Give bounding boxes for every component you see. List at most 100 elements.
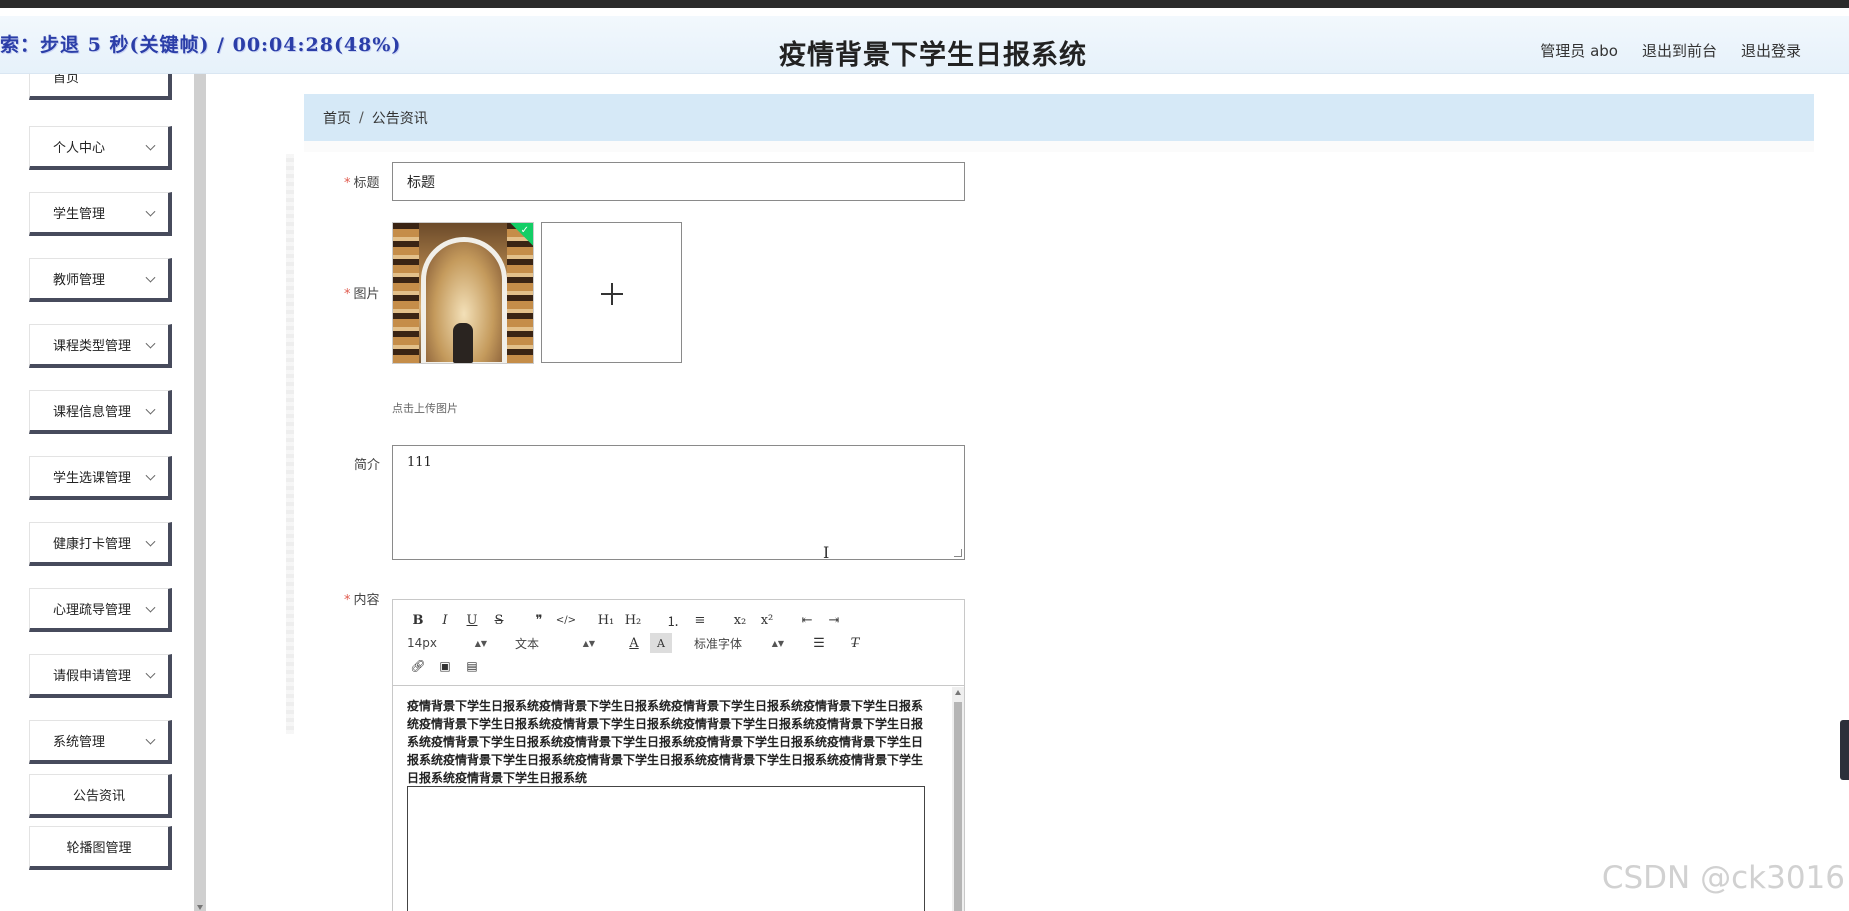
sidebar-scrollbar[interactable] [194, 74, 206, 911]
select-arrows-icon: ▲▼ [771, 638, 784, 648]
breadcrumb: 首页 / 公告资讯 [304, 94, 1814, 141]
video-icon[interactable]: ▤ [461, 656, 483, 676]
chevron-down-icon [145, 404, 156, 415]
image-icon[interactable]: ▣ [434, 656, 456, 676]
font-family-select[interactable]: 标准字体 ▲▼ [694, 635, 784, 652]
exit-to-front-link[interactable]: 退出到前台 [1642, 40, 1717, 61]
sidebar-item-label: 健康打卡管理 [53, 537, 132, 552]
chevron-down-icon [145, 734, 156, 745]
strikethrough-button[interactable]: S [488, 610, 510, 630]
sidebar-item-teacher-management[interactable]: 教师管理 [29, 258, 172, 302]
outdent-button[interactable]: ⇤ [796, 610, 818, 630]
sidebar-item-health-checkin-management[interactable]: 健康打卡管理 [29, 522, 172, 566]
sidebar-item-label: 心理疏导管理 [53, 603, 132, 618]
title-input[interactable]: 标题 [392, 162, 965, 201]
toolbar-row-style: 14px ▲▼ 文本 ▲▼ A A 标准字体 ▲▼ ☰ T̶ [407, 633, 871, 653]
current-user-label: 管理员 abo [1540, 42, 1618, 60]
ordered-list-button[interactable]: ⒈ [662, 610, 684, 630]
chevron-down-icon [145, 206, 156, 217]
breadcrumb-home[interactable]: 首页 [323, 108, 351, 128]
indent-button[interactable]: ⇥ [823, 610, 845, 630]
heading2-button[interactable]: H₂ [622, 610, 644, 630]
chevron-down-icon [145, 536, 156, 547]
sidebar-item-course-type-management[interactable]: 课程类型管理 [29, 324, 172, 368]
editor-content-text: 疫情背景下学生日报系统疫情背景下学生日报系统疫情背景下学生日报系统疫情背景下学生… [407, 699, 924, 785]
sidebar: 首页 个人中心 学生管理 教师管理 课程类型管理 课程信息管理 学生选课管理 健… [0, 74, 196, 911]
select-arrows-icon: ▲▼ [474, 638, 487, 648]
scroll-up-arrow-icon[interactable] [955, 690, 961, 695]
upload-hint: 点击上传图片 [392, 402, 458, 415]
sidebar-item-label: 请假申请管理 [53, 669, 132, 684]
logout-link[interactable]: 退出登录 [1741, 40, 1801, 61]
scroll-down-arrow-icon[interactable] [197, 905, 203, 910]
clear-format-icon[interactable]: T̶ [844, 633, 866, 653]
editor-embedded-image[interactable] [407, 786, 925, 911]
sidebar-item-personal-center[interactable]: 个人中心 [29, 126, 172, 170]
scrollbar-thumb[interactable] [954, 702, 962, 911]
image-field-label: * 图片 [344, 287, 380, 302]
sidebar-subitem-label: 公告资讯 [72, 789, 125, 804]
recorder-status-text: 索：步退 5 秒(关键帧) / 00:04:28(48%) [0, 34, 402, 56]
chevron-down-icon [145, 338, 156, 349]
subscript-button[interactable]: x₂ [729, 610, 751, 630]
watermark-text: CSDN @ck3016 [1601, 860, 1845, 896]
sidebar-item-label: 系统管理 [53, 735, 106, 750]
sidebar-item-course-selection-management[interactable]: 学生选课管理 [29, 456, 172, 500]
text-cursor-icon: I [823, 543, 830, 562]
intro-field-label: 简介 [354, 458, 381, 473]
intro-textarea[interactable]: 111 [392, 445, 965, 560]
chevron-down-icon [145, 668, 156, 679]
sidebar-item-course-info-management[interactable]: 课程信息管理 [29, 390, 172, 434]
text-style-select[interactable]: 文本 ▲▼ [515, 635, 595, 652]
breadcrumb-current: 公告资讯 [371, 110, 428, 127]
resize-handle-icon[interactable] [954, 549, 962, 557]
code-block-button[interactable]: </> [555, 610, 577, 630]
chevron-down-icon [145, 470, 156, 481]
chevron-down-icon [145, 272, 156, 283]
background-decoration [286, 154, 294, 734]
sidebar-item-student-management[interactable]: 学生管理 [29, 192, 172, 236]
editor-scrollbar[interactable] [952, 687, 964, 911]
sidebar-item-label: 学生管理 [53, 207, 106, 222]
title-field-label: * 标题 [344, 176, 380, 191]
sidebar-subitem-announcements[interactable]: 公告资讯 [29, 774, 172, 818]
background-color-icon[interactable]: A [650, 633, 672, 653]
check-icon: ✓ [520, 225, 529, 236]
sidebar-item-counseling-management[interactable]: 心理疏导管理 [29, 588, 172, 632]
underline-button[interactable]: U [461, 610, 483, 630]
sidebar-item-label: 首页 [53, 74, 80, 86]
uploaded-image-thumbnail[interactable]: ✓ [392, 222, 534, 364]
sidebar-subitem-carousel-management[interactable]: 轮播图管理 [29, 826, 172, 870]
top-header: 索：步退 5 秒(关键帧) / 00:04:28(48%) 疫情背景下学生日报系… [0, 16, 1849, 74]
chevron-down-icon [145, 602, 156, 613]
breadcrumb-separator: / [359, 109, 364, 126]
bold-button[interactable]: B [407, 610, 429, 630]
toolbar-row-format: B I U S ❞ </> H₁ H₂ ⒈ ≡ x₂ x² ⇤ ⇥ [407, 610, 850, 630]
select-arrows-icon: ▲▼ [582, 638, 595, 648]
font-size-select[interactable]: 14px ▲▼ [407, 636, 487, 650]
italic-button[interactable]: I [434, 610, 456, 630]
sidebar-item-home[interactable]: 首页 [29, 74, 172, 100]
editor-content-area[interactable]: 疫情背景下学生日报系统疫情背景下学生日报系统疫情背景下学生日报系统疫情背景下学生… [393, 687, 964, 911]
sidebar-item-label: 教师管理 [53, 273, 106, 288]
sidebar-item-label: 学生选课管理 [53, 471, 132, 486]
heading1-button[interactable]: H₁ [595, 610, 617, 630]
side-handle[interactable] [1840, 720, 1849, 780]
sidebar-subitem-label: 轮播图管理 [66, 841, 132, 856]
app-window: 索：步退 5 秒(关键帧) / 00:04:28(48%) 疫情背景下学生日报系… [0, 0, 1849, 911]
superscript-button[interactable]: x² [756, 610, 778, 630]
sidebar-item-label: 个人中心 [53, 141, 106, 156]
align-icon[interactable]: ☰ [808, 633, 830, 653]
image-upload-button[interactable] [541, 222, 682, 363]
sidebar-item-label: 课程类型管理 [53, 339, 132, 354]
bullet-list-button[interactable]: ≡ [689, 610, 711, 630]
header-links: 管理员 abo 退出到前台 退出登录 [1540, 40, 1801, 61]
sidebar-item-label: 课程信息管理 [53, 405, 132, 420]
sidebar-item-system-management[interactable]: 系统管理 [29, 720, 172, 764]
link-icon[interactable]: 🔗︎ [407, 656, 429, 676]
rich-text-editor[interactable]: B I U S ❞ </> H₁ H₂ ⒈ ≡ x₂ x² ⇤ ⇥ 14px ▲▼ [392, 599, 965, 911]
app-title: 疫情背景下学生日报系统 [779, 40, 1087, 71]
sidebar-item-leave-request-management[interactable]: 请假申请管理 [29, 654, 172, 698]
blockquote-button[interactable]: ❞ [528, 610, 550, 630]
font-color-icon[interactable]: A [623, 633, 645, 653]
